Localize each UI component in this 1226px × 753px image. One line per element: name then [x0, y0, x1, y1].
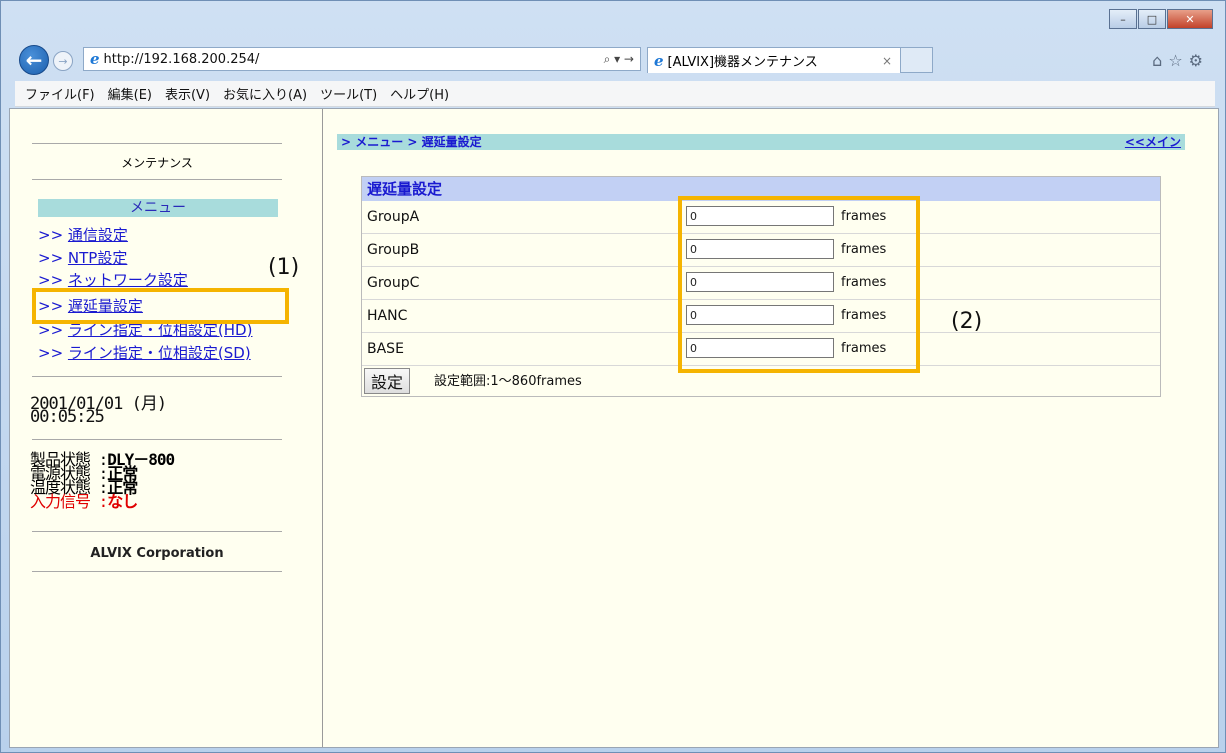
browser-window: – □ ✕ ← → e http://192.168.200.254/ ⌕ ▾ … — [0, 0, 1226, 753]
search-refresh-icons[interactable]: ⌕ ▾ → — [604, 52, 640, 67]
range-note: 設定範囲:1～860frames — [434, 374, 582, 389]
maintenance-title: メンテナンス — [121, 156, 193, 170]
menu-bar: ファイル(F) 編集(E) 表示(V) お気に入り(A) ツール(T) ヘルプ(… — [15, 81, 1215, 107]
nav-link-network-settings[interactable]: >> ネットワーク設定 — [38, 269, 188, 290]
breadcrumb-text: > メニュー > 遅延量設定 — [341, 135, 482, 149]
divider — [32, 439, 282, 440]
home-favorites-settings-icons[interactable]: ⌂☆⚙ — [1152, 51, 1209, 70]
highlight-box-2 — [678, 196, 920, 373]
row-label: BASE — [367, 341, 404, 357]
divider — [32, 143, 282, 144]
divider — [32, 531, 282, 532]
ie-tab-icon: e — [654, 51, 664, 70]
divider — [32, 571, 282, 572]
forward-arrow-icon[interactable]: → — [53, 51, 73, 71]
menu-header: メニュー — [38, 199, 278, 217]
row-label: GroupA — [367, 209, 420, 225]
menu-file[interactable]: ファイル(F) — [25, 84, 95, 103]
close-button[interactable]: ✕ — [1167, 9, 1213, 29]
company-name: ALVIX Corporation — [90, 546, 224, 561]
row-label: HANC — [367, 308, 408, 324]
navigation-bar: ← → e http://192.168.200.254/ ⌕ ▾ → e [A… — [15, 43, 1215, 75]
address-url[interactable]: http://192.168.200.254/ — [104, 52, 604, 67]
menu-favorites[interactable]: お気に入り(A) — [223, 84, 307, 103]
back-to-main-link[interactable]: <<メイン — [1125, 134, 1181, 150]
status-input-signal: 入力信号 :なし — [30, 492, 138, 511]
tab-close-icon[interactable]: × — [882, 54, 892, 68]
row-label: GroupB — [367, 242, 420, 258]
menu-help[interactable]: ヘルプ(H) — [390, 84, 449, 103]
time-display: 00:05:25 — [30, 407, 105, 427]
menu-tools[interactable]: ツール(T) — [320, 84, 377, 103]
address-bar[interactable]: e http://192.168.200.254/ ⌕ ▾ → — [83, 47, 641, 71]
highlight-box-1 — [32, 288, 289, 324]
annotation-1: (1) — [268, 255, 300, 280]
window-controls: – □ ✕ — [1109, 9, 1213, 29]
maximize-button[interactable]: □ — [1138, 9, 1166, 29]
nav-link-comm-settings[interactable]: >> 通信設定 — [38, 224, 128, 245]
new-tab-button[interactable] — [901, 47, 933, 73]
menu-view[interactable]: 表示(V) — [165, 84, 210, 103]
nav-link-ntp-settings[interactable]: >> NTP設定 — [38, 247, 127, 268]
main-frame: > メニュー > 遅延量設定 <<メイン 遅延量設定 GroupA frames… — [323, 109, 1218, 747]
divider — [32, 179, 282, 180]
nav-link-line-phase-sd[interactable]: >> ライン指定・位相設定(SD) — [38, 342, 251, 363]
menu-edit[interactable]: 編集(E) — [108, 84, 152, 103]
breadcrumb: > メニュー > 遅延量設定 <<メイン — [337, 134, 1185, 150]
minimize-button[interactable]: – — [1109, 9, 1137, 29]
divider — [32, 376, 282, 377]
page-viewport: メンテナンス メニュー >> 通信設定 >> NTP設定 >> ネットワーク設定… — [9, 108, 1219, 748]
back-arrow-icon[interactable]: ← — [19, 45, 49, 75]
left-frame: メンテナンス メニュー >> 通信設定 >> NTP設定 >> ネットワーク設定… — [10, 109, 323, 747]
browser-tab[interactable]: e [ALVIX]機器メンテナンス × — [647, 47, 901, 73]
ie-page-icon: e — [90, 50, 100, 68]
row-label: GroupC — [367, 275, 420, 291]
tab-title: [ALVIX]機器メンテナンス — [667, 55, 818, 70]
submit-button[interactable]: 設定 — [364, 368, 411, 394]
annotation-2: (2) — [951, 309, 983, 334]
